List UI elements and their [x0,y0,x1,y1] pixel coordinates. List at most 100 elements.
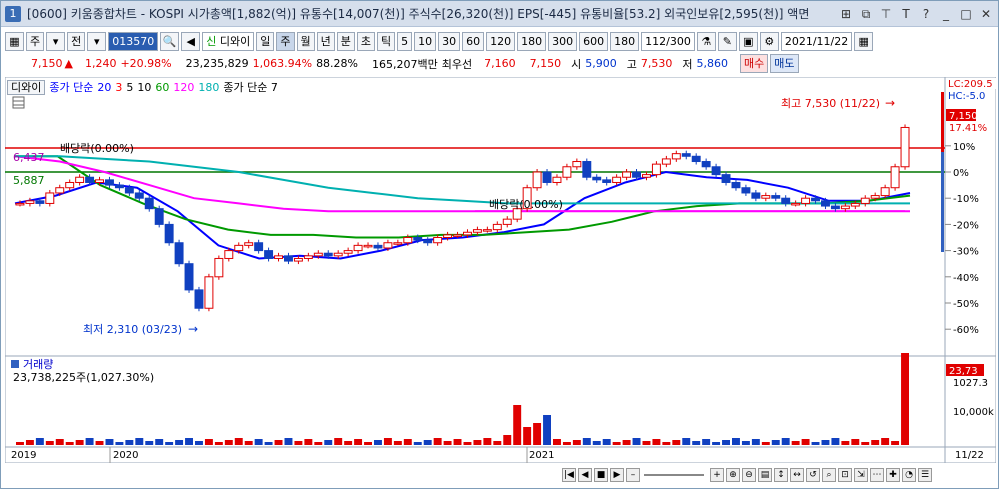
interval-30[interactable]: 30 [438,31,461,51]
pin-icon[interactable]: ⊤ [878,6,894,22]
period-week[interactable]: 주 [276,31,295,51]
stock-name: 디와이 [219,34,251,48]
legend-ma-120[interactable]: 120 [173,81,194,94]
restore-icon[interactable]: ⧉ [858,6,874,22]
tool-icon-3[interactable]: ▤ [758,468,772,482]
tool-icon-8[interactable]: ⊡ [838,468,852,482]
tool-icon-7[interactable]: ⌕ [822,468,836,482]
close-icon[interactable]: ✕ [978,6,994,22]
legend-ma-20[interactable]: 20 [97,81,111,94]
candle-body [244,242,254,246]
interval-5[interactable]: 5 [397,31,413,51]
zoom-in-icon[interactable]: + [710,468,724,482]
draw-icon[interactable]: ✎ [717,31,737,51]
interval-60[interactable]: 60 [462,31,485,51]
stock-code-input[interactable]: 013570 [108,31,159,51]
dropdown-arrow-icon[interactable]: ▾ [87,31,107,51]
legend-ma-180[interactable]: 180 [198,81,219,94]
volume-bar [254,439,263,445]
lock-icon[interactable]: ⊞ [838,6,854,22]
volume-bar [274,440,283,445]
tool-icon-5[interactable]: ↔ [790,468,804,482]
sell-button[interactable]: 매도 [770,54,799,73]
legend-ma-prefix[interactable]: 종가 단순 [49,79,93,95]
tool-icon-1[interactable]: ⊕ [726,468,740,482]
price-chart[interactable]: 10% 0% -10% -20% -30% -40% -50% -60% 6,437 5,88… [5,77,996,463]
interval-custom[interactable]: 180 [610,31,640,51]
interval-120[interactable]: 120 [486,31,516,51]
volume-bar [732,438,740,445]
speaker-icon[interactable]: ◀ [181,31,201,51]
help-icon[interactable]: ? [918,6,934,22]
interval-300[interactable]: 300 [548,31,578,51]
volume-bar [483,438,492,445]
tool-icon-6[interactable]: ↺ [806,468,820,482]
grid-icon[interactable]: ▦ [5,31,24,51]
tool-icon-2[interactable]: ⊖ [742,468,756,482]
tool-icon-9[interactable]: ⇲ [854,468,868,482]
next-icon[interactable]: ▶ [610,468,624,482]
candle-body [134,192,144,199]
save-icon[interactable]: ▣ [738,31,758,51]
count-field[interactable]: 112/300 [641,31,695,51]
legend-ma-5[interactable]: 5 [126,81,133,94]
tool-icon-10[interactable]: ⋯ [870,468,884,482]
minimize-icon[interactable]: _ [938,6,954,22]
volume-bar [374,440,382,445]
zoom-out-icon[interactable]: – [626,468,640,482]
volume-bar [791,441,800,445]
stop-icon[interactable]: ■ [594,468,608,482]
price-tick-label: -30% [953,247,979,258]
prev-icon[interactable]: ◀ [578,468,592,482]
period-month[interactable]: 월 [296,31,315,51]
tool-icon-11[interactable]: ✚ [886,468,900,482]
font-icon[interactable]: T [898,6,914,22]
stock-name-field[interactable]: 신 디와이 [202,31,255,51]
date-field[interactable]: 2021/11/22 [780,31,853,51]
candle-body [75,176,85,183]
period-second[interactable]: 초 [356,31,375,51]
candle-body [234,244,244,252]
interval-180[interactable]: 180 [517,31,547,51]
period-day[interactable]: 일 [256,31,275,51]
candle-body [95,179,105,183]
volume-bar [195,441,203,445]
first-icon[interactable]: |◀ [562,468,576,482]
maximize-icon[interactable]: □ [958,6,974,22]
dropdown-arrow-icon[interactable]: ▾ [46,31,66,51]
volume-bar [741,441,750,445]
interval-10[interactable]: 10 [414,31,437,51]
tool-icon-13[interactable]: ☰ [918,468,932,482]
legend-ma-10[interactable]: 10 [137,81,151,94]
period-tick[interactable]: 틱 [377,31,396,51]
legend-ma-60[interactable]: 60 [155,81,169,94]
zoom-slider[interactable] [644,474,704,476]
candle-body [65,181,75,189]
indicator-icon[interactable]: ⚗ [696,31,716,51]
buy-button[interactable]: 매수 [740,54,769,73]
volume-bar [443,441,452,445]
volume-bar [891,441,900,445]
volume-bar [642,441,651,445]
legend-ma-3[interactable]: 3 [115,81,122,94]
volume-bar [662,442,671,445]
legend-stock-name[interactable]: 디와이 [7,79,46,95]
interval-600[interactable]: 600 [579,31,609,51]
tool-icon-12[interactable]: ◔ [902,468,916,482]
calendar-icon[interactable]: ▦ [854,31,874,51]
trade-amount: 165,207백만 [372,57,438,71]
high-label: 고 [626,57,637,71]
search-icon[interactable]: 🔍 [160,31,180,51]
period-dropdown[interactable]: 주 [26,31,45,51]
candle-body [671,153,681,160]
gear-icon[interactable]: ⚙ [759,31,779,51]
market-dropdown[interactable]: 전 [67,31,86,51]
legend-ma2[interactable]: 종가 단순 7 [223,79,277,95]
candle-body [751,192,761,199]
tool-icon-4[interactable]: ↕ [774,468,788,482]
up-arrow-icon: ▲ [64,57,73,70]
period-minute[interactable]: 분 [336,31,355,51]
table-icon[interactable] [12,96,25,109]
period-year[interactable]: 년 [316,31,335,51]
candle-body [681,153,691,157]
